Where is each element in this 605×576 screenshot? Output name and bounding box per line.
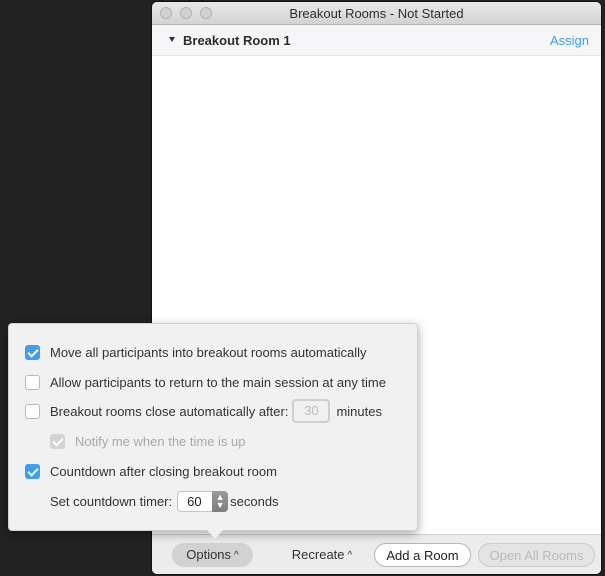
countdown-checkbox[interactable] — [25, 464, 40, 479]
seconds-unit-label: seconds — [230, 494, 278, 509]
option-countdown-timer: Set countdown timer: 60 ▲ ▼ seconds — [50, 491, 279, 511]
options-label: Options — [186, 547, 231, 562]
auto-close-checkbox[interactable] — [25, 404, 40, 419]
recreate-label: Recreate — [292, 547, 345, 562]
open-all-rooms-button[interactable]: Open All Rooms — [478, 543, 595, 567]
chevron-up-icon: ^ — [348, 544, 353, 568]
chevron-up-icon: ^ — [234, 544, 239, 568]
option-countdown[interactable]: Countdown after closing breakout room — [25, 461, 277, 481]
notify-label: Notify me when the time is up — [75, 434, 246, 449]
checkmark-icon — [52, 435, 63, 446]
allow-return-label: Allow participants to return to the main… — [50, 375, 386, 390]
auto-close-minutes-input[interactable]: 30 — [292, 399, 330, 423]
countdown-label: Countdown after closing breakout room — [50, 464, 277, 479]
auto-close-label: Breakout rooms close automatically after… — [50, 404, 288, 419]
option-notify: Notify me when the time is up — [50, 431, 246, 451]
countdown-timer-stepper[interactable]: 60 ▲ ▼ — [177, 491, 228, 512]
add-room-button[interactable]: Add a Room — [374, 543, 471, 567]
timer-label: Set countdown timer: — [50, 494, 172, 509]
minutes-unit-label: minutes — [336, 404, 382, 419]
disclosure-triangle-icon[interactable] — [169, 37, 175, 42]
footer-bar: Options^ Recreate^ Add a Room Open All R… — [152, 534, 601, 574]
checkmark-icon — [27, 346, 38, 357]
room-row[interactable]: Breakout Room 1 Assign — [152, 25, 601, 56]
room-name: Breakout Room 1 — [183, 33, 291, 48]
option-auto-close[interactable]: Breakout rooms close automatically after… — [25, 401, 382, 421]
window-title: Breakout Rooms - Not Started — [152, 6, 601, 21]
allow-return-checkbox[interactable] — [25, 375, 40, 390]
countdown-timer-input[interactable]: 60 — [177, 491, 212, 512]
options-popover: Move all participants into breakout room… — [8, 323, 418, 531]
option-allow-return[interactable]: Allow participants to return to the main… — [25, 372, 386, 392]
stepper-arrows[interactable]: ▲ ▼ — [212, 491, 228, 512]
options-button[interactable]: Options^ — [172, 543, 253, 567]
notify-checkbox — [50, 434, 65, 449]
option-move-auto[interactable]: Move all participants into breakout room… — [25, 342, 366, 362]
stepper-down-icon[interactable]: ▼ — [212, 501, 228, 509]
title-bar: Breakout Rooms - Not Started — [152, 2, 601, 25]
move-auto-label: Move all participants into breakout room… — [50, 345, 366, 360]
popover-arrow — [207, 530, 223, 539]
checkmark-icon — [27, 465, 38, 476]
assign-link[interactable]: Assign — [550, 33, 589, 48]
recreate-button[interactable]: Recreate^ — [285, 543, 359, 567]
move-auto-checkbox[interactable] — [25, 345, 40, 360]
